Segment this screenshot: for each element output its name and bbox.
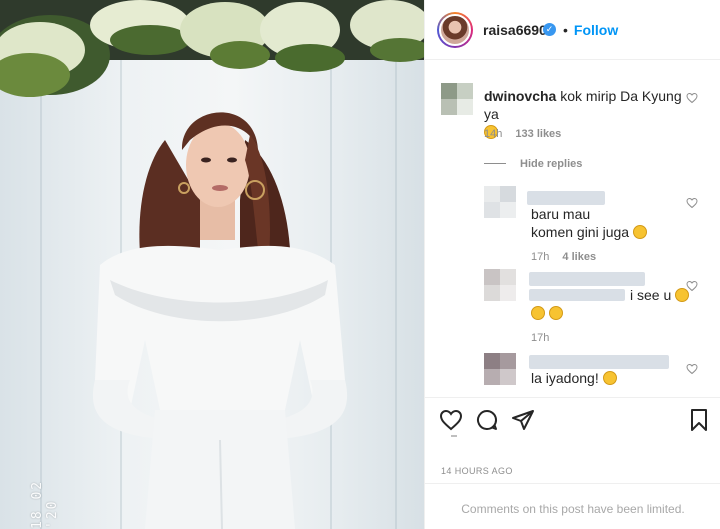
hide-replies-button[interactable]: Hide replies xyxy=(520,158,582,170)
comment-author[interactable]: dwinovcha xyxy=(484,88,556,104)
rolling-laughing-emoji xyxy=(531,306,545,320)
instagram-post-modal: 18 02 '20 raisa6690 ✓ • Follow dwinovcha… xyxy=(0,0,720,529)
reply-avatar[interactable] xyxy=(484,353,516,385)
heart-icon[interactable] xyxy=(439,408,463,432)
reply-meta: 17h xyxy=(531,332,549,344)
avatar[interactable] xyxy=(439,14,471,46)
reply-text: la iyadong! xyxy=(531,369,617,387)
reply-avatar[interactable] xyxy=(484,269,516,301)
reply-text: i see u xyxy=(630,286,690,304)
action-bar xyxy=(425,397,720,449)
reply-emoji-line xyxy=(531,304,563,322)
follow-button[interactable]: • Follow xyxy=(563,22,618,38)
heart-outline-icon[interactable] xyxy=(686,92,698,104)
rolling-laughing-emoji xyxy=(548,306,563,320)
reply-meta: 17h 4 likes xyxy=(531,251,596,263)
comment-likes[interactable]: 133 likes xyxy=(515,128,561,140)
reply-line-1: i see u xyxy=(630,287,672,303)
follow-label[interactable]: Follow xyxy=(574,22,618,38)
woman-figure xyxy=(92,112,348,529)
comments-panel: raisa6690 ✓ • Follow dwinovcha kok mirip … xyxy=(424,0,720,529)
post-photo[interactable]: 18 02 '20 xyxy=(0,0,424,529)
bookmark-icon[interactable] xyxy=(687,408,711,432)
blurred-mention xyxy=(529,289,625,301)
share-icon[interactable] xyxy=(511,408,535,432)
photo-date-stamp: 18 02 '20 xyxy=(30,479,60,529)
heart-outline-icon[interactable] xyxy=(686,197,698,209)
reply-text: baru mau komen gini juga xyxy=(531,205,681,241)
reply-line-2: komen gini juga xyxy=(531,224,630,240)
comment-meta: 14h 133 likes xyxy=(484,128,561,140)
post-timestamp[interactable]: 14 HOURS AGO xyxy=(441,466,513,476)
reply-line-1: baru mau xyxy=(531,206,591,222)
carousel-dots xyxy=(451,435,457,437)
comment-list: dwinovcha kok mirip Da Kyung ya 14h 133 … xyxy=(425,61,720,397)
grinning-sweat-emoji xyxy=(632,225,647,239)
heart-outline-icon[interactable] xyxy=(686,280,698,292)
reply-likes[interactable]: 4 likes xyxy=(562,251,596,263)
username-link[interactable]: raisa6690 xyxy=(483,22,547,38)
comment-icon[interactable] xyxy=(475,408,499,432)
reply-time[interactable]: 17h xyxy=(531,332,549,344)
reply-line-2: la iyadong! xyxy=(531,370,599,386)
commenter-avatar[interactable] xyxy=(441,83,473,115)
verified-badge-icon: ✓ xyxy=(543,23,556,36)
comments-limited-notice: Comments on this post have been limited. xyxy=(425,483,720,529)
limited-text: Comments on this post have been limited. xyxy=(461,502,685,516)
blurred-username xyxy=(529,272,645,286)
crying-emoji xyxy=(602,371,617,385)
post-header: raisa6690 ✓ • Follow xyxy=(425,0,720,60)
replies-divider xyxy=(484,163,506,164)
heart-outline-icon[interactable] xyxy=(686,363,698,375)
reply-avatar[interactable] xyxy=(484,186,516,218)
story-ring[interactable] xyxy=(437,12,473,48)
reply-time[interactable]: 17h xyxy=(531,251,549,263)
comment-time[interactable]: 14h xyxy=(484,128,502,140)
blurred-username xyxy=(527,191,605,205)
blurred-username-mention xyxy=(529,355,669,369)
separator-dot: • xyxy=(563,22,568,38)
